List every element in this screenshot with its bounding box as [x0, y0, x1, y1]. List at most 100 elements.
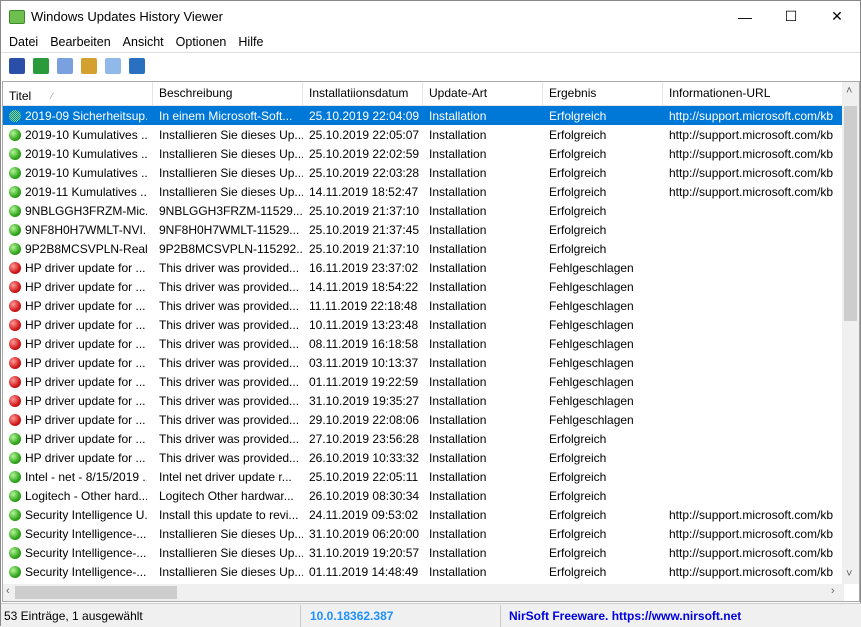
- table-row[interactable]: 9NBLGGH3FRZM-Mic... 9NBLGGH3FRZM-11529...…: [3, 201, 859, 220]
- cell-update-type: Installation: [429, 469, 487, 484]
- table-row[interactable]: HP driver update for ... This driver was …: [3, 410, 859, 429]
- cell-date: 25.10.2019 21:37:45: [309, 222, 420, 237]
- column-header-titel[interactable]: Titel ⁄: [3, 82, 153, 105]
- menu-optionen[interactable]: Optionen: [170, 35, 233, 49]
- failure-status-icon: [9, 337, 21, 350]
- cell-title: HP driver update for ...: [3, 299, 153, 313]
- cell-description: Installieren Sie dieses Up...: [159, 545, 303, 560]
- scroll-down-icon[interactable]: ˅: [846, 568, 852, 580]
- column-header-url[interactable]: Informationen-URL: [663, 82, 843, 105]
- cell-description: This driver was provided...: [159, 393, 300, 408]
- cell-result: Fehlgeschlagen: [549, 260, 634, 275]
- cell-title: 9NF8H0H7WMLT-NVI...: [3, 223, 153, 237]
- horizontal-scrollbar[interactable]: ‹ ›: [3, 584, 844, 601]
- copy-icon[interactable]: [57, 57, 73, 74]
- cell-url: http://support.microsoft.com/kb: [669, 526, 834, 541]
- cell-date: 25.10.2019 22:04:09: [309, 108, 420, 123]
- scroll-left-icon[interactable]: ‹: [6, 585, 10, 597]
- cell-update-type: Installation: [429, 564, 487, 579]
- success-status-icon: [9, 451, 21, 464]
- cell-title: 9NBLGGH3FRZM-Mic...: [3, 204, 153, 218]
- table-row[interactable]: Security Intelligence-... Installieren Si…: [3, 524, 859, 543]
- table-row[interactable]: 2019-09 Sicherheitsup... In einem Microso…: [3, 106, 859, 125]
- column-header-beschreibung[interactable]: Beschreibung: [153, 82, 303, 105]
- cell-description: This driver was provided...: [159, 412, 300, 427]
- table-row[interactable]: HP driver update for ... This driver was …: [3, 315, 859, 334]
- close-button[interactable]: ✕: [814, 1, 860, 32]
- menu-bar: Datei Bearbeiten Ansicht Optionen Hilfe: [1, 32, 860, 52]
- table-row[interactable]: HP driver update for ... This driver was …: [3, 258, 859, 277]
- cell-description: Installieren Sie dieses Up...: [159, 564, 303, 579]
- cell-result: Fehlgeschlagen: [549, 393, 634, 408]
- table-row[interactable]: HP driver update for ... This driver was …: [3, 429, 859, 448]
- title-text: Security Intelligence U...: [25, 507, 147, 522]
- cell-date: 26.10.2019 08:30:34: [309, 488, 420, 503]
- table-row[interactable]: HP driver update for ... This driver was …: [3, 296, 859, 315]
- column-header-ergebnis[interactable]: Ergebnis: [543, 82, 663, 105]
- cell-url: http://support.microsoft.com/kb: [669, 184, 834, 199]
- maximize-button[interactable]: ☐: [768, 1, 814, 32]
- table-row[interactable]: 2019-11 Kumulatives ... Installieren Sie …: [3, 182, 859, 201]
- table-row[interactable]: Logitech - Other hard... Logitech Other h…: [3, 486, 859, 505]
- scroll-up-icon[interactable]: ˄: [846, 85, 852, 97]
- cell-description: Installieren Sie dieses Up...: [159, 146, 303, 161]
- title-text: 9P2B8MCSVPLN-Realt...: [25, 241, 147, 256]
- cell-description: This driver was provided...: [159, 431, 300, 446]
- failure-status-icon: [9, 299, 21, 312]
- column-header-installationsdatum[interactable]: Installatiionsdatum: [303, 82, 423, 105]
- table-row[interactable]: HP driver update for ... This driver was …: [3, 334, 859, 353]
- scroll-right-icon[interactable]: ›: [831, 585, 835, 597]
- title-bar: Windows Updates History Viewer — ☐ ✕: [1, 1, 860, 32]
- cell-date: 26.10.2019 10:33:32: [309, 450, 420, 465]
- table-row[interactable]: 9P2B8MCSVPLN-Realt... 9P2B8MCSVPLN-115292…: [3, 239, 859, 258]
- column-header-update-art[interactable]: Update-Art: [423, 82, 543, 105]
- table-row[interactable]: 2019-10 Kumulatives ... Installieren Sie …: [3, 163, 859, 182]
- menu-ansicht[interactable]: Ansicht: [117, 35, 170, 49]
- horizontal-scroll-thumb[interactable]: [15, 586, 177, 599]
- cell-description: This driver was provided...: [159, 317, 300, 332]
- find-icon[interactable]: [105, 57, 121, 74]
- title-text: 2019-10 Kumulatives ...: [25, 127, 147, 142]
- table-row[interactable]: Intel - net - 8/15/2019 ... Intel net dri…: [3, 467, 859, 486]
- refresh-icon[interactable]: [33, 57, 49, 74]
- table-row[interactable]: Security Intelligence-... Installieren Si…: [3, 543, 859, 562]
- vertical-scrollbar[interactable]: ˄ ˅: [842, 82, 859, 584]
- menu-hilfe[interactable]: Hilfe: [232, 35, 269, 49]
- success-status-icon: [9, 147, 21, 160]
- cell-title: Intel - net - 8/15/2019 ...: [3, 470, 153, 484]
- table-row[interactable]: HP driver update for ... This driver was …: [3, 448, 859, 467]
- exit-icon[interactable]: [129, 57, 145, 74]
- cell-result: Erfolgreich: [549, 146, 607, 161]
- nirsoft-link[interactable]: NirSoft Freeware. https://www.nirsoft.ne…: [501, 605, 861, 627]
- menu-bearbeiten[interactable]: Bearbeiten: [44, 35, 116, 49]
- menu-datei[interactable]: Datei: [3, 35, 44, 49]
- table-row[interactable]: Security Intelligence U... Install this u…: [3, 505, 859, 524]
- table-row[interactable]: 2019-10 Kumulatives ... Installieren Sie …: [3, 125, 859, 144]
- minimize-button[interactable]: —: [722, 1, 768, 32]
- cell-result: Erfolgreich: [549, 488, 607, 503]
- table-row[interactable]: Security Intelligence-... Installieren Si…: [3, 562, 859, 581]
- table-row[interactable]: HP driver update for ... This driver was …: [3, 391, 859, 410]
- cell-update-type: Installation: [429, 488, 487, 503]
- title-text: HP driver update for ...: [25, 298, 146, 313]
- cell-date: 25.10.2019 21:37:10: [309, 241, 420, 256]
- table-row[interactable]: HP driver update for ... This driver was …: [3, 353, 859, 372]
- table-row[interactable]: 9NF8H0H7WMLT-NVI... 9NF8H0H7WMLT-11529...…: [3, 220, 859, 239]
- cell-update-type: Installation: [429, 108, 487, 123]
- cell-date: 31.10.2019 19:20:57: [309, 545, 420, 560]
- cell-description: This driver was provided...: [159, 279, 300, 294]
- cell-date: 01.11.2019 19:22:59: [309, 374, 419, 389]
- cell-date: 25.10.2019 21:37:10: [309, 203, 420, 218]
- app-icon: [9, 9, 25, 24]
- cell-description: Installieren Sie dieses Up...: [159, 526, 303, 541]
- table-row[interactable]: HP driver update for ... This driver was …: [3, 372, 859, 391]
- updates-list: Titel ⁄ Beschreibung Installatiionsdatum …: [2, 81, 860, 602]
- save-icon[interactable]: [9, 57, 25, 74]
- cell-update-type: Installation: [429, 526, 487, 541]
- failure-status-icon: [9, 356, 21, 369]
- table-row[interactable]: 2019-10 Kumulatives ... Installieren Sie …: [3, 144, 859, 163]
- table-row[interactable]: HP driver update for ... This driver was …: [3, 277, 859, 296]
- properties-icon[interactable]: [81, 57, 97, 74]
- vertical-scroll-thumb[interactable]: [844, 106, 857, 321]
- cell-date: 29.10.2019 22:08:06: [309, 412, 420, 427]
